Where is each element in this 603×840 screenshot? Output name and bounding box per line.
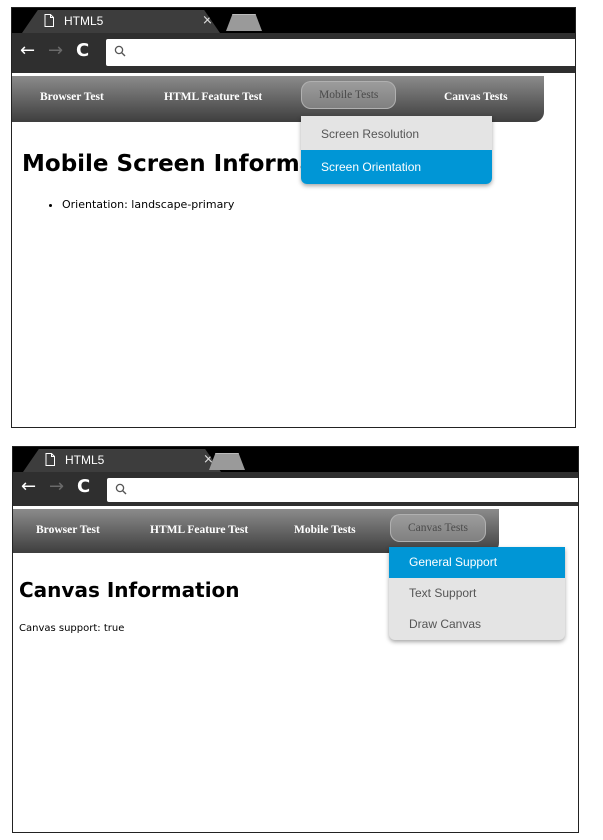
address-bar[interactable]: [106, 39, 575, 66]
menu-html-feature-test[interactable]: HTML Feature Test: [164, 91, 262, 103]
back-button[interactable]: ←: [21, 476, 36, 497]
tab-close-button[interactable]: ×: [202, 13, 213, 28]
menu-mobile-tests[interactable]: Mobile Tests: [294, 524, 356, 536]
new-tab-button[interactable]: [226, 14, 262, 31]
document-icon: [45, 453, 55, 466]
dropdown-item-draw-canvas[interactable]: Draw Canvas: [389, 609, 565, 640]
info-list: Orientation: landscape-primary: [42, 198, 234, 211]
dropdown-item-screen-resolution[interactable]: Screen Resolution: [301, 116, 492, 150]
page-title: Canvas Information: [19, 578, 240, 602]
tab-strip: HTML5 ×: [12, 8, 575, 33]
browser-tab[interactable]: HTML5 ×: [22, 10, 220, 33]
menu-mobile-tests[interactable]: Mobile Tests: [301, 81, 397, 109]
search-icon: [114, 45, 126, 57]
browser-toolbar: ← → C: [13, 472, 578, 506]
new-tab-button[interactable]: [209, 453, 245, 470]
browser-tab[interactable]: HTML5 ×: [23, 449, 221, 472]
browser-window-mobile-tests: HTML5 × ← → C Browser Test HTML Feature …: [11, 7, 576, 428]
list-item: Orientation: landscape-primary: [62, 198, 234, 211]
address-bar[interactable]: [107, 478, 578, 502]
menu-canvas-tests[interactable]: Canvas Tests: [444, 91, 508, 103]
browser-window-canvas-tests: HTML5 × ← → C Browser Test HTML Feature …: [12, 446, 579, 833]
menu-canvas-tests[interactable]: Canvas Tests: [390, 514, 486, 542]
reload-button[interactable]: C: [76, 40, 89, 61]
dropdown-item-screen-orientation[interactable]: Screen Orientation: [301, 150, 492, 184]
search-icon: [115, 483, 127, 495]
dropdown-item-general-support[interactable]: General Support: [389, 547, 565, 578]
forward-button[interactable]: →: [48, 40, 63, 61]
mobile-tests-dropdown: Screen Resolution Screen Orientation: [301, 116, 492, 184]
reload-button[interactable]: C: [77, 476, 90, 497]
tab-title: HTML5: [64, 14, 104, 28]
browser-toolbar: ← → C: [12, 33, 575, 73]
menu-html-feature-test[interactable]: HTML Feature Test: [150, 524, 248, 536]
document-icon: [44, 14, 54, 27]
forward-button[interactable]: →: [49, 476, 64, 497]
menu-browser-test[interactable]: Browser Test: [40, 91, 104, 103]
menu-browser-test[interactable]: Browser Test: [36, 524, 100, 536]
tab-strip: HTML5 ×: [13, 447, 578, 472]
back-button[interactable]: ←: [20, 40, 35, 61]
tab-title: HTML5: [65, 453, 105, 467]
canvas-support-text: Canvas support: true: [19, 623, 125, 634]
canvas-tests-dropdown: General Support Text Support Draw Canvas: [389, 547, 565, 640]
dropdown-item-text-support[interactable]: Text Support: [389, 578, 565, 609]
